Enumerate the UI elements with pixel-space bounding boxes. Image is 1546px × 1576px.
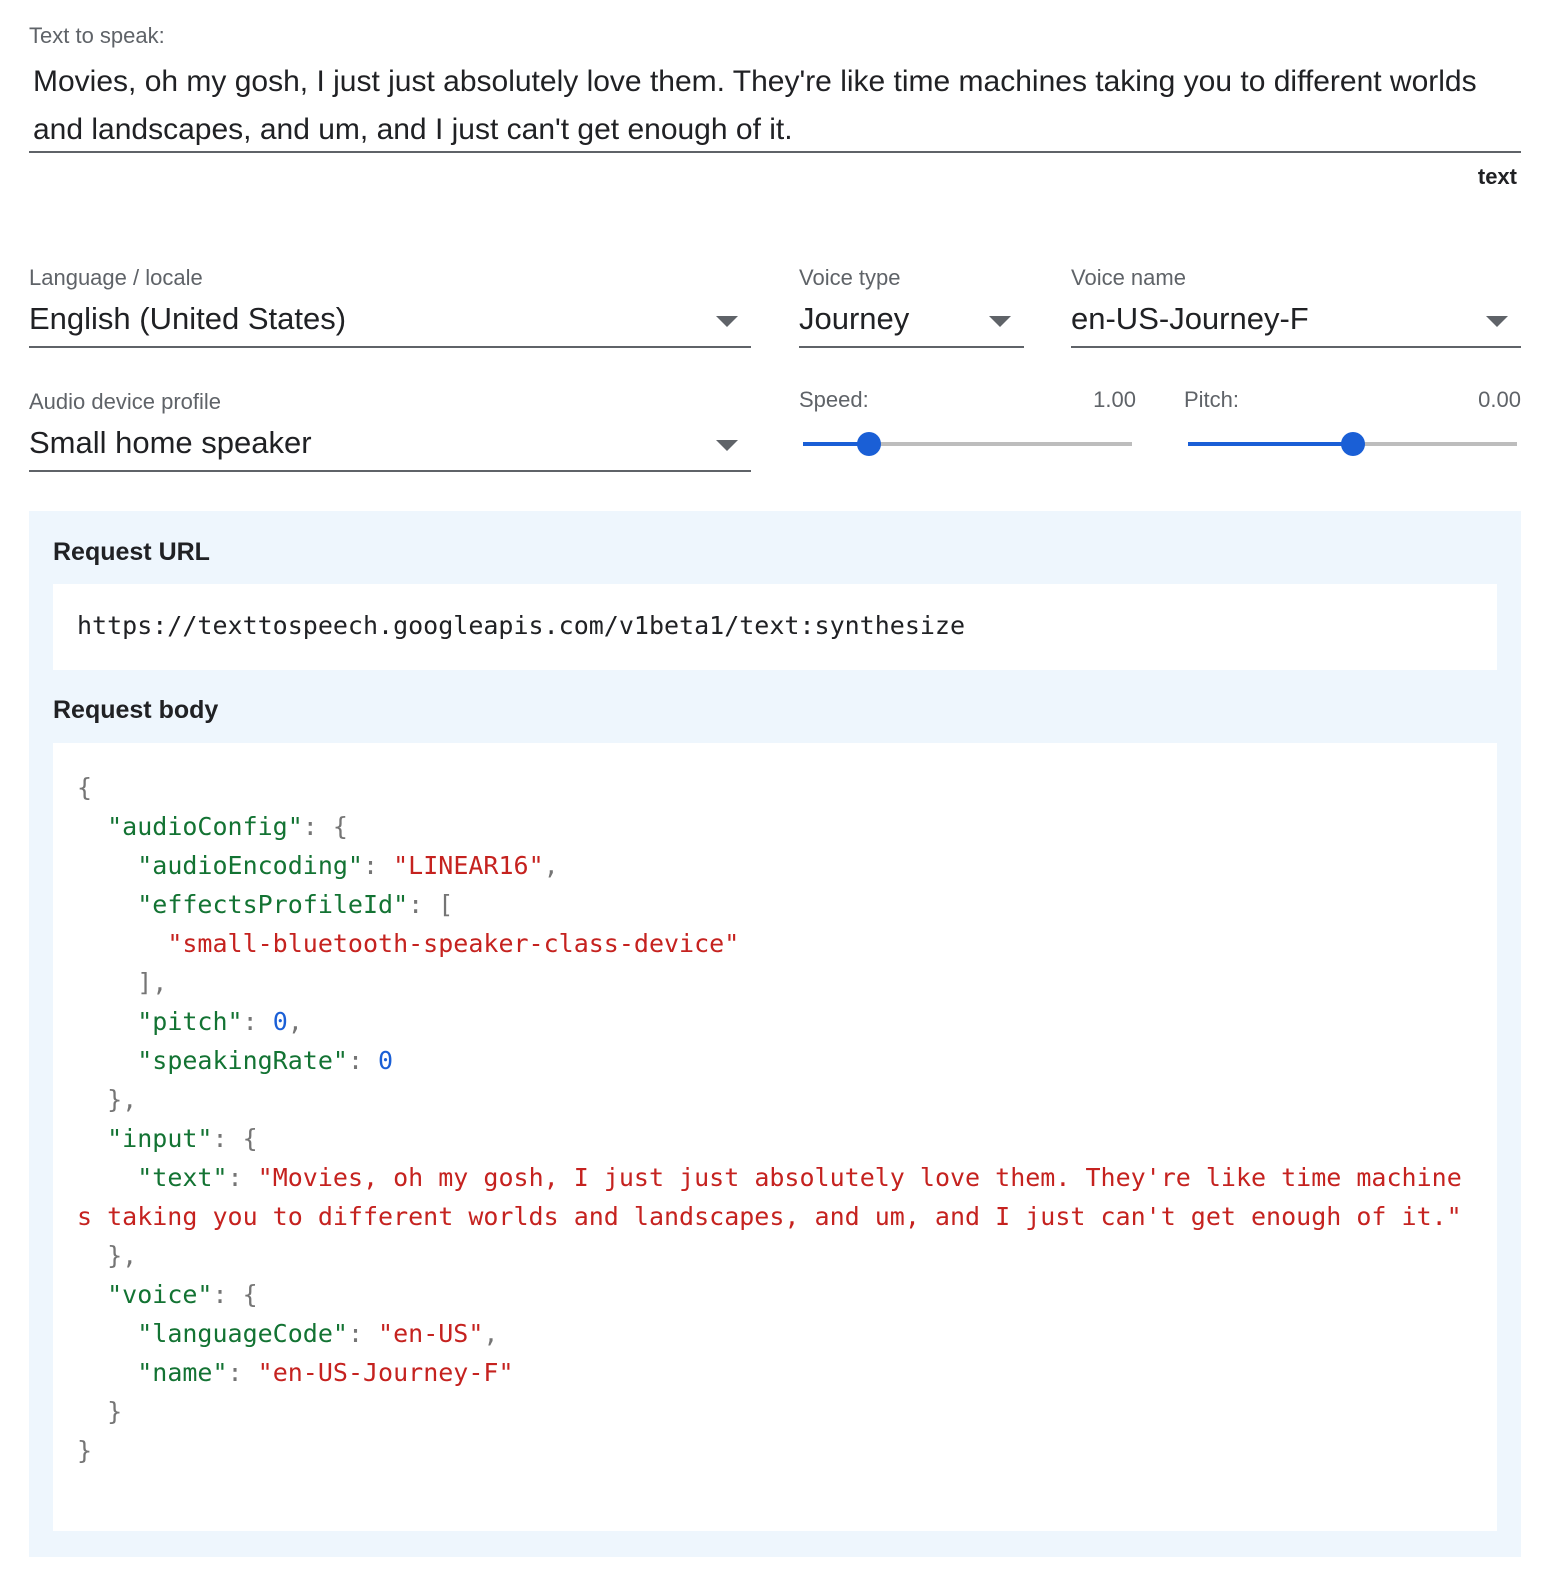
voice-name-label: Voice name [1071, 265, 1186, 290]
voice-type-label: Voice type [799, 265, 901, 290]
json-string: "Movies, oh my gosh, I just just absolut… [77, 1163, 1462, 1231]
request-url-box: https://texttospeech.googleapis.com/v1be… [53, 584, 1497, 670]
audio-profile-underline [29, 470, 751, 472]
json-string: "en-US" [378, 1319, 484, 1348]
audio-profile-select[interactable]: Audio device profile Small home speaker [29, 386, 751, 474]
json-key: "voice" [107, 1280, 213, 1309]
json-key: "name" [137, 1358, 228, 1387]
voice-type-select[interactable]: Voice type Journey [799, 262, 1024, 350]
speed-value: 1.00 [1093, 387, 1136, 412]
request-url-text: https://texttospeech.googleapis.com/v1be… [77, 611, 966, 640]
json-key: "pitch" [137, 1007, 243, 1036]
language-value: English (United States) [29, 301, 347, 336]
dropdown-arrow-icon[interactable] [989, 316, 1011, 327]
json-key: "text" [137, 1163, 228, 1192]
dropdown-arrow-icon[interactable] [716, 440, 738, 451]
request-body-box: { "audioConfig": { "audioEncoding": "LIN… [53, 743, 1497, 1531]
dropdown-arrow-icon[interactable] [716, 316, 738, 327]
json-number: 0 [378, 1046, 394, 1075]
json-number: 0 [272, 1007, 288, 1036]
pitch-slider-fill [1188, 442, 1353, 446]
voice-type-underline [799, 346, 1024, 348]
language-underline [29, 346, 751, 348]
pitch-slider-thumb[interactable] [1340, 432, 1365, 456]
json-string: "en-US-Journey-F" [257, 1358, 514, 1387]
voice-name-underline [1071, 346, 1521, 348]
language-select[interactable]: Language / locale English (United States… [29, 262, 751, 350]
json-string: "small-bluetooth-speaker-class-device" [167, 929, 740, 958]
json-string: "LINEAR16" [393, 851, 544, 880]
voice-type-value: Journey [799, 301, 910, 336]
request-panel: Request URL https://texttospeech.googlea… [29, 511, 1521, 1557]
speed-slider-thumb[interactable] [856, 432, 881, 456]
audio-profile-value: Small home speaker [29, 425, 312, 460]
text-input-underline [29, 151, 1521, 153]
voice-name-select[interactable]: Voice name en-US-Journey-F [1071, 262, 1521, 350]
pitch-label: Pitch: [1184, 387, 1240, 412]
speed-slider[interactable] [803, 430, 1132, 458]
json-key: "audioEncoding" [137, 851, 363, 880]
language-label: Language / locale [29, 265, 203, 290]
text-to-speak-input[interactable]: Movies, oh my gosh, I just just absolute… [33, 58, 1513, 154]
pitch-value: 0.00 [1478, 387, 1521, 412]
request-body-heading: Request body [53, 696, 219, 724]
request-url-heading: Request URL [53, 538, 210, 566]
json-key: "speakingRate" [137, 1046, 348, 1075]
dropdown-arrow-icon[interactable] [1486, 316, 1508, 327]
audio-profile-label: Audio device profile [29, 389, 222, 414]
speed-label: Speed: [799, 387, 869, 412]
input-mode-label: text [1477, 164, 1517, 189]
voice-name-value: en-US-Journey-F [1071, 301, 1309, 336]
json-key: "effectsProfileId" [137, 890, 409, 919]
json-key: "input" [107, 1124, 213, 1153]
pitch-slider[interactable] [1188, 430, 1517, 458]
text-to-speak-label: Text to speak: [29, 23, 165, 48]
json-key: "audioConfig" [107, 812, 303, 841]
request-body-code: { "audioConfig": { "audioEncoding": "LIN… [77, 773, 1462, 1465]
json-key: "languageCode" [137, 1319, 348, 1348]
